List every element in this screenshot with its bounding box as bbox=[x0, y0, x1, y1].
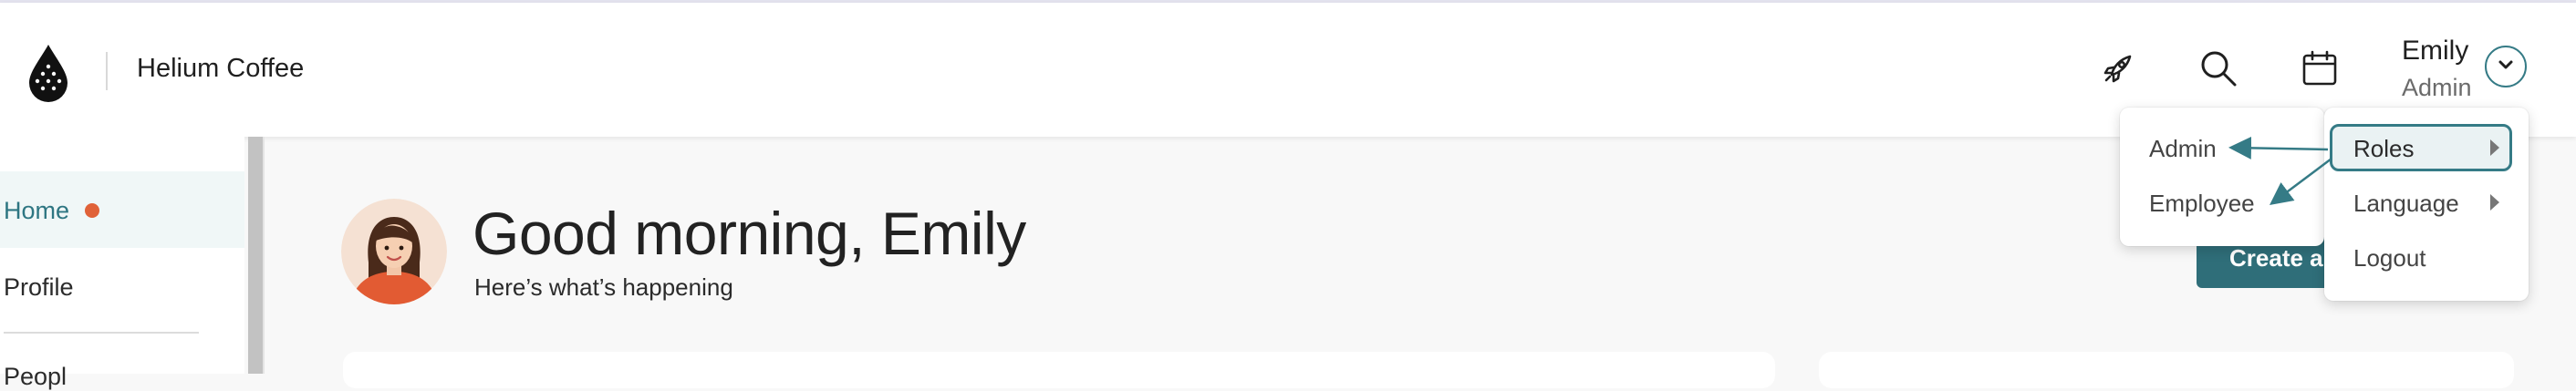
caret-right-icon bbox=[2490, 194, 2499, 211]
search-icon[interactable] bbox=[2196, 45, 2241, 92]
roles-submenu bbox=[2120, 108, 2324, 246]
calendar-icon[interactable] bbox=[2297, 45, 2342, 92]
sidebar-item-profile[interactable]: Profile bbox=[4, 273, 74, 302]
avatar bbox=[341, 199, 447, 304]
sidebar-divider bbox=[4, 332, 199, 334]
menu-item-language[interactable]: Language bbox=[2353, 190, 2459, 218]
chevron-down-icon bbox=[2497, 58, 2515, 76]
rocket-icon[interactable] bbox=[2095, 45, 2141, 92]
submenu-item-employee[interactable]: Employee bbox=[2149, 190, 2255, 218]
menu-item-logout[interactable]: Logout bbox=[2353, 244, 2426, 273]
sidebar-edge bbox=[263, 137, 265, 374]
dashboard-card-side bbox=[1819, 352, 2514, 388]
caret-right-icon bbox=[2490, 139, 2499, 156]
submenu-item-admin[interactable]: Admin bbox=[2149, 135, 2217, 163]
user-name[interactable]: Emily bbox=[2402, 36, 2468, 67]
drop-logo-icon[interactable] bbox=[27, 43, 69, 103]
page-title: Good morning, Emily bbox=[473, 200, 1026, 267]
user-menu-toggle[interactable] bbox=[2485, 46, 2527, 87]
menu-item-roles-label[interactable]: Roles bbox=[2353, 135, 2414, 163]
notification-dot bbox=[85, 203, 99, 218]
header-divider bbox=[106, 52, 108, 90]
sidebar-item-label-home[interactable]: Home bbox=[4, 197, 69, 225]
sidebar-scrollbar[interactable] bbox=[248, 137, 263, 374]
user-role: Admin bbox=[2402, 74, 2472, 101]
sidebar-item-people[interactable]: Peopl bbox=[4, 363, 67, 391]
brand-name[interactable]: Helium Coffee bbox=[137, 54, 304, 84]
dashboard-card bbox=[343, 352, 1775, 388]
page-subtitle: Here’s what’s happening bbox=[474, 273, 733, 301]
